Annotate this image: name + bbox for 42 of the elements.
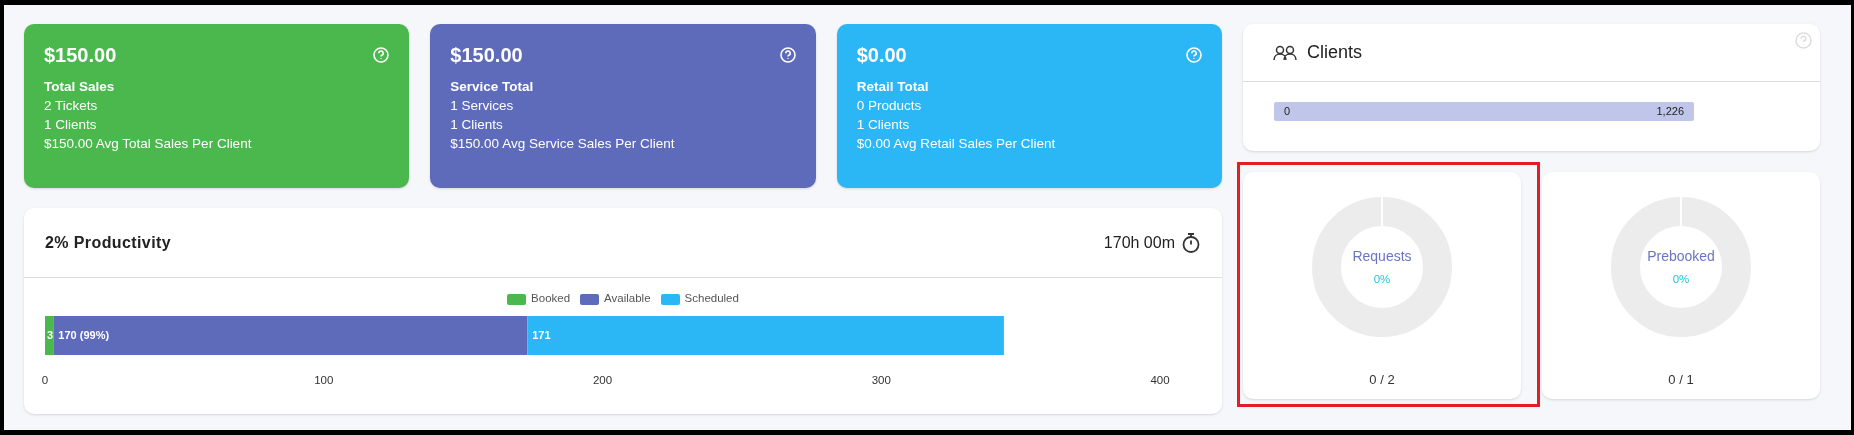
card-title: Clients [1307, 41, 1363, 64]
axis-tick-label: 400 [1150, 374, 1170, 386]
donut-percent: 0% [1672, 273, 1690, 286]
donut-label: Requests [1352, 248, 1412, 263]
donut-label: Prebooked [1647, 248, 1715, 263]
panel-title: 2% Productivity [45, 232, 172, 253]
card-line: $150.00 Avg Service Sales Per Client [450, 135, 676, 153]
donut-percent: 0% [1373, 273, 1391, 286]
count-text: 0 / 2 [1369, 371, 1395, 389]
axis-tick-label: 300 [871, 374, 891, 386]
users-icon [1273, 44, 1297, 61]
legend-swatch[interactable] [580, 293, 600, 305]
range-min: 0 [1284, 104, 1291, 120]
card-line: $0.00 Avg Retail Sales Per Client [856, 135, 1057, 153]
card-line: 1 Clients [856, 116, 911, 134]
legend-swatch[interactable] [660, 293, 680, 305]
axis-tick-label: 200 [592, 374, 613, 386]
bar-label: 170 (99%) [58, 329, 110, 341]
bar-label: 171 [532, 329, 551, 341]
legend-label[interactable]: Available [604, 290, 651, 308]
range-max: 1,226 [1656, 104, 1684, 120]
legend-label[interactable]: Scheduled [684, 290, 739, 308]
card-line: 1 Clients [450, 116, 504, 134]
hours-total: 170h 00m [1103, 232, 1175, 253]
card-title: Total Sales [44, 78, 116, 96]
card-title: Retail Total [856, 78, 930, 96]
count-text: 0 / 1 [1668, 371, 1694, 389]
amount: $150.00 [450, 43, 523, 68]
card-title: Service Total [450, 78, 535, 96]
legend-label[interactable]: Booked [531, 290, 571, 308]
amount: $0.00 [856, 43, 907, 68]
card-line: 0 Products [856, 97, 923, 115]
axis-tick-label: 100 [314, 374, 334, 386]
axis-tick-label: 0 [41, 374, 49, 386]
bar-label: 3 [47, 329, 54, 341]
stopwatch-icon [1181, 231, 1201, 254]
card-line: $150.00 Avg Total Sales Per Client [44, 135, 253, 153]
amount: $150.00 [44, 43, 117, 68]
legend-swatch[interactable] [507, 293, 527, 305]
card-line: 2 Tickets [44, 97, 99, 115]
card-line: 1 Services [450, 97, 515, 115]
card-line: 1 Clients [44, 116, 98, 134]
